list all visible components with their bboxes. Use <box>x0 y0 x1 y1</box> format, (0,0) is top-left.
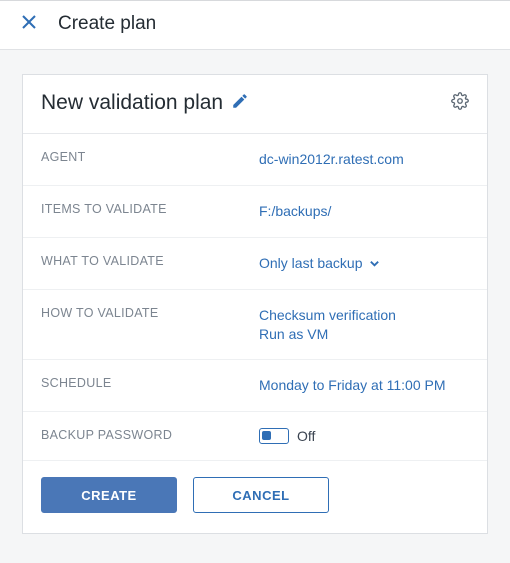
row-label: WHAT TO VALIDATE <box>41 254 259 273</box>
row-label: SCHEDULE <box>41 376 259 395</box>
edit-name-button[interactable] <box>231 92 249 115</box>
close-button[interactable] <box>18 13 40 35</box>
password-toggle[interactable] <box>259 428 289 444</box>
button-label: CANCEL <box>232 488 289 503</box>
create-button[interactable]: CREATE <box>41 477 177 513</box>
pencil-icon <box>231 92 249 115</box>
agent-value[interactable]: dc-win2012r.ratest.com <box>259 150 404 169</box>
chevron-down-icon <box>369 258 380 269</box>
plan-settings-button[interactable] <box>451 92 469 115</box>
row-schedule: SCHEDULE Monday to Friday at 11:00 PM <box>23 360 487 412</box>
close-icon <box>21 14 37 35</box>
row-label: AGENT <box>41 150 259 169</box>
how-line2: Run as VM <box>259 325 396 344</box>
how-line1: Checksum verification <box>259 306 396 325</box>
row-what: WHAT TO VALIDATE Only last backup <box>23 238 487 290</box>
row-label: HOW TO VALIDATE <box>41 306 259 344</box>
dropdown-value: Only last backup <box>259 254 363 273</box>
gear-icon <box>451 92 469 115</box>
row-how: HOW TO VALIDATE Checksum verification Ru… <box>23 290 487 361</box>
button-label: CREATE <box>81 488 136 503</box>
row-items: ITEMS TO VALIDATE F:/backups/ <box>23 186 487 238</box>
page-title: Create plan <box>58 13 156 35</box>
plan-name: New validation plan <box>41 91 223 115</box>
row-agent: AGENT dc-win2012r.ratest.com <box>23 134 487 186</box>
plan-header: New validation plan <box>23 75 487 134</box>
toggle-state-label: Off <box>297 428 315 444</box>
schedule-value[interactable]: Monday to Friday at 11:00 PM <box>259 376 446 395</box>
action-bar: CREATE CANCEL <box>23 461 487 533</box>
plan-card: New validation plan AGENT dc-w <box>22 74 488 534</box>
what-to-validate-dropdown[interactable]: Only last backup <box>259 254 380 273</box>
items-value[interactable]: F:/backups/ <box>259 202 331 221</box>
toggle-knob <box>262 431 271 440</box>
row-label: ITEMS TO VALIDATE <box>41 202 259 221</box>
row-label: BACKUP PASSWORD <box>41 428 259 444</box>
row-password: BACKUP PASSWORD Off <box>23 412 487 461</box>
cancel-button[interactable]: CANCEL <box>193 477 329 513</box>
page-header: Create plan <box>0 0 510 50</box>
how-to-validate-value[interactable]: Checksum verification Run as VM <box>259 306 396 344</box>
